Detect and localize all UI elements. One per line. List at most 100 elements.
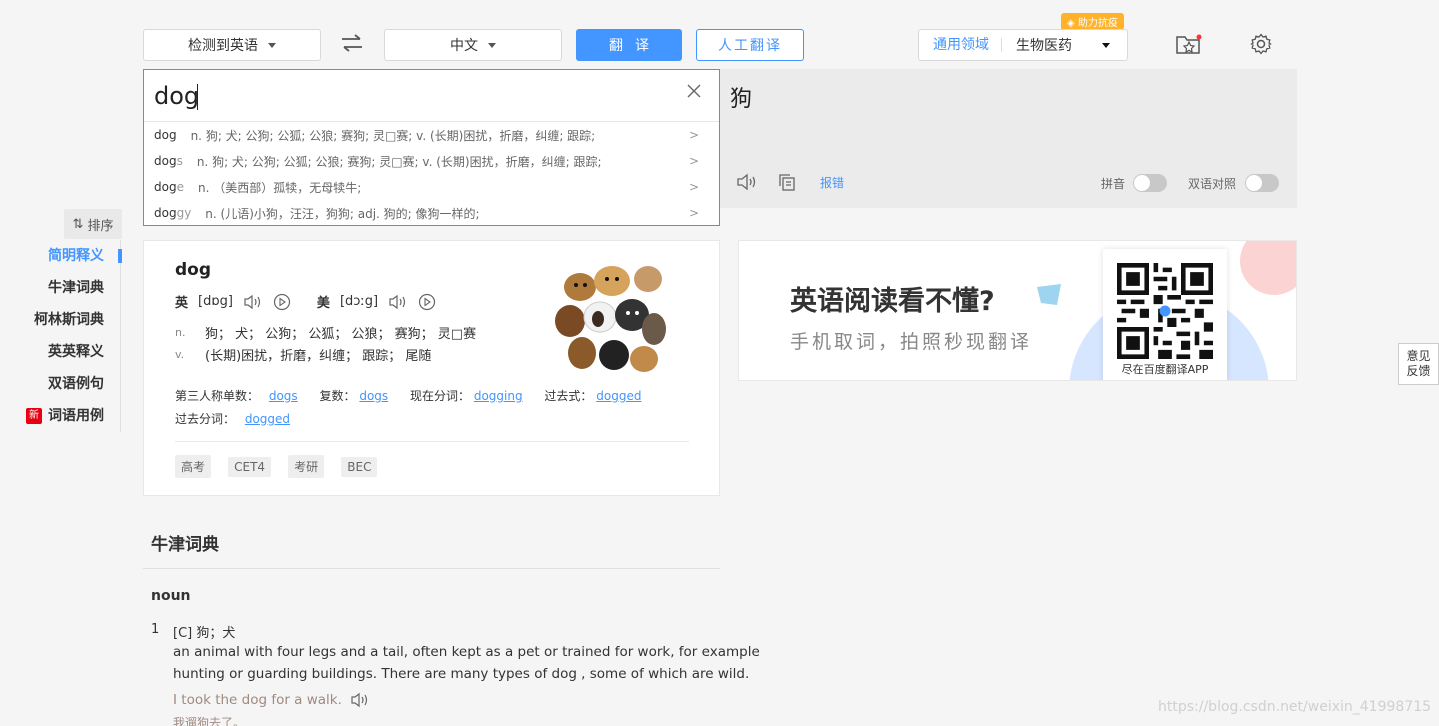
favorites-button[interactable] — [1175, 32, 1203, 56]
play-audio-button[interactable] — [736, 173, 758, 191]
star-folder-icon — [1176, 34, 1202, 54]
qr-card: 尽在百度翻译APP — [1103, 249, 1227, 380]
clear-input-button[interactable] — [687, 84, 701, 98]
exam-tag: BEC — [341, 457, 378, 477]
source-input[interactable]: dog — [144, 70, 719, 121]
speaker-icon — [351, 692, 368, 708]
suggestion-item[interactable]: doge n. （美西部）孤犊，无母犊牛; > — [144, 174, 719, 200]
close-icon — [687, 84, 701, 98]
suggestion-definition: n. 狗; 犬; 公狗; 公狐; 公狼; 赛狗; 灵□赛; v. (长期)困扰，… — [190, 128, 596, 143]
oxford-example: I took the dog for a walk. — [173, 692, 370, 708]
sidebar-item-usage[interactable]: 新 词语用例 — [24, 400, 104, 432]
domain-prefix: 通用领域 — [919, 38, 1002, 52]
sidebar-item-english-definition[interactable]: 英英释义 — [24, 336, 104, 368]
suggestion-word-suffix: gy — [176, 206, 192, 220]
suggestion-word: dog — [154, 154, 177, 168]
sidebar-item-collins[interactable]: 柯林斯词典 — [24, 304, 104, 336]
sense-label: [C] 狗；犬 — [173, 626, 236, 641]
example-audio-button[interactable] — [350, 692, 370, 708]
help-fight-epidemic-badge[interactable]: ◈ 助力抗疫 — [1061, 13, 1124, 30]
uk-repeat-button[interactable] — [273, 293, 291, 311]
tag-icon: ◈ — [1067, 18, 1075, 29]
suggestion-item[interactable]: dogs n. 狗; 犬; 公狗; 公狐; 公狼; 赛狗; 灵□赛; v. (长… — [144, 148, 719, 174]
translation-result-panel: 狗 报错 拼音 双语对照 — [720, 69, 1297, 208]
form-link[interactable]: dogs — [269, 389, 298, 403]
uk-phonetic: [dɒg] — [198, 294, 233, 309]
copy-icon — [779, 174, 795, 191]
suggestion-definition: n. 狗; 犬; 公狗; 公狐; 公狼; 赛狗; 灵□赛; v. (长期)困扰，… — [196, 154, 602, 169]
chevron-down-icon — [488, 42, 496, 48]
bilingual-label: 双语对照 — [1188, 177, 1237, 191]
sidebar-item-label: 词语用例 — [48, 408, 104, 424]
new-badge: 新 — [26, 408, 42, 424]
replay-icon — [273, 293, 291, 310]
dogs-photo — [555, 266, 666, 372]
definition-text: 狗； 犬； 公狗； 公狐； 公狼； 赛狗； 灵□赛 — [205, 326, 477, 342]
sidebar-item-bilingual-examples[interactable]: 双语例句 — [24, 368, 104, 400]
chevron-right-icon: > — [688, 180, 699, 194]
form-link[interactable]: dogs — [359, 389, 388, 403]
source-language-label: 检测到英语 — [188, 38, 258, 54]
promo-subline: 手机取词，拍照秒现翻译 — [790, 331, 1033, 353]
suggestion-word: dog — [154, 206, 177, 220]
suggestion-item[interactable]: dog n. 狗; 犬; 公狗; 公狐; 公狼; 赛狗; 灵□赛; v. (长期… — [144, 122, 719, 148]
sidebar-item-oxford[interactable]: 牛津词典 — [24, 272, 104, 304]
swap-languages-button[interactable] — [340, 33, 364, 53]
us-repeat-button[interactable] — [418, 293, 436, 311]
headword: dog — [175, 260, 212, 280]
sense-number: 1 — [151, 622, 160, 637]
suggestion-item[interactable]: doggy n. (儿语)小狗，汪汪，狗狗; adj. 狗的; 像狗一样的; > — [144, 200, 719, 226]
sidebar-item-concise[interactable]: 简明释义 — [24, 240, 104, 272]
settings-button[interactable] — [1250, 33, 1272, 55]
oxford-definition-line: hunting or guarding buildings. There are… — [173, 666, 750, 682]
pronunciation-row: 英 [dɒg] 美 [dɔːg] — [175, 292, 436, 311]
exam-tag: CET4 — [228, 457, 272, 477]
chevron-right-icon: > — [688, 128, 699, 142]
feedback-label: 反馈 — [1406, 364, 1431, 378]
form-link[interactable]: dogged — [596, 389, 641, 403]
concise-definition-card: dog 英 [dɒg] 美 [dɔːg] n. 狗； 犬； 公狗； 公狐； 公狼… — [143, 240, 720, 496]
word-forms: 第三人称单数： dogs 复数： dogs 现在分词： dogging 过去式：… — [175, 385, 695, 431]
feedback-button[interactable]: 意见 反馈 — [1398, 343, 1439, 385]
translate-button[interactable]: 翻译 — [576, 29, 682, 61]
sidebar-active-indicator — [118, 249, 122, 263]
part-of-speech: n. — [175, 325, 186, 339]
human-translate-button[interactable]: 人工翻译 — [696, 29, 804, 61]
suggestion-list: dog n. 狗; 犬; 公狗; 公狐; 公狼; 赛狗; 灵□赛; v. (长期… — [144, 121, 719, 226]
form-label: 过去分词： — [175, 412, 236, 426]
domain-select[interactable]: 通用领域 生物医药 — [918, 29, 1128, 61]
example-sentence: I took the dog for a walk. — [173, 692, 342, 708]
uk-audio-button[interactable] — [243, 294, 263, 310]
form-link[interactable]: dogging — [474, 389, 523, 403]
us-label: 美 — [316, 296, 330, 311]
target-language-select[interactable]: 中文 — [384, 29, 562, 61]
chevron-down-icon — [1102, 42, 1110, 48]
bilingual-toggle[interactable] — [1245, 174, 1279, 192]
oxford-part-of-speech: noun — [151, 588, 191, 604]
copy-button[interactable] — [778, 173, 796, 191]
form-label: 现在分词： — [410, 389, 471, 403]
sort-button[interactable]: ⇅ 排序 — [64, 209, 122, 239]
form-label: 过去式： — [544, 389, 593, 403]
source-language-select[interactable]: 检测到英语 — [143, 29, 321, 61]
text-cursor — [197, 84, 198, 110]
badge-label: 助力抗疫 — [1077, 18, 1118, 29]
speaker-icon — [389, 294, 406, 309]
pinyin-toggle[interactable] — [1133, 174, 1167, 192]
report-error-link[interactable]: 报错 — [820, 174, 844, 191]
sidebar-rail — [120, 240, 121, 432]
chevron-right-icon: > — [688, 154, 699, 168]
speaker-icon — [737, 173, 756, 191]
chevron-right-icon: > — [688, 206, 699, 220]
form-label: 复数： — [319, 389, 356, 403]
suggestion-word: dog — [154, 180, 177, 194]
suggestion-word-suffix: s — [176, 154, 183, 168]
example-translation: 我遛狗去了。 — [173, 716, 246, 726]
app-promo-banner[interactable]: 英语阅读看不懂? 手机取词，拍照秒现翻译 尽在百度翻译APP — [738, 240, 1297, 381]
exam-tag: 高考 — [175, 455, 212, 478]
definition-row: v. (长期)困扰，折磨，纠缠； 跟踪； 尾随 — [175, 343, 476, 365]
form-link[interactable]: dogged — [245, 412, 290, 426]
replay-icon — [419, 293, 436, 310]
target-language-label: 中文 — [450, 38, 478, 54]
us-audio-button[interactable] — [388, 294, 408, 310]
